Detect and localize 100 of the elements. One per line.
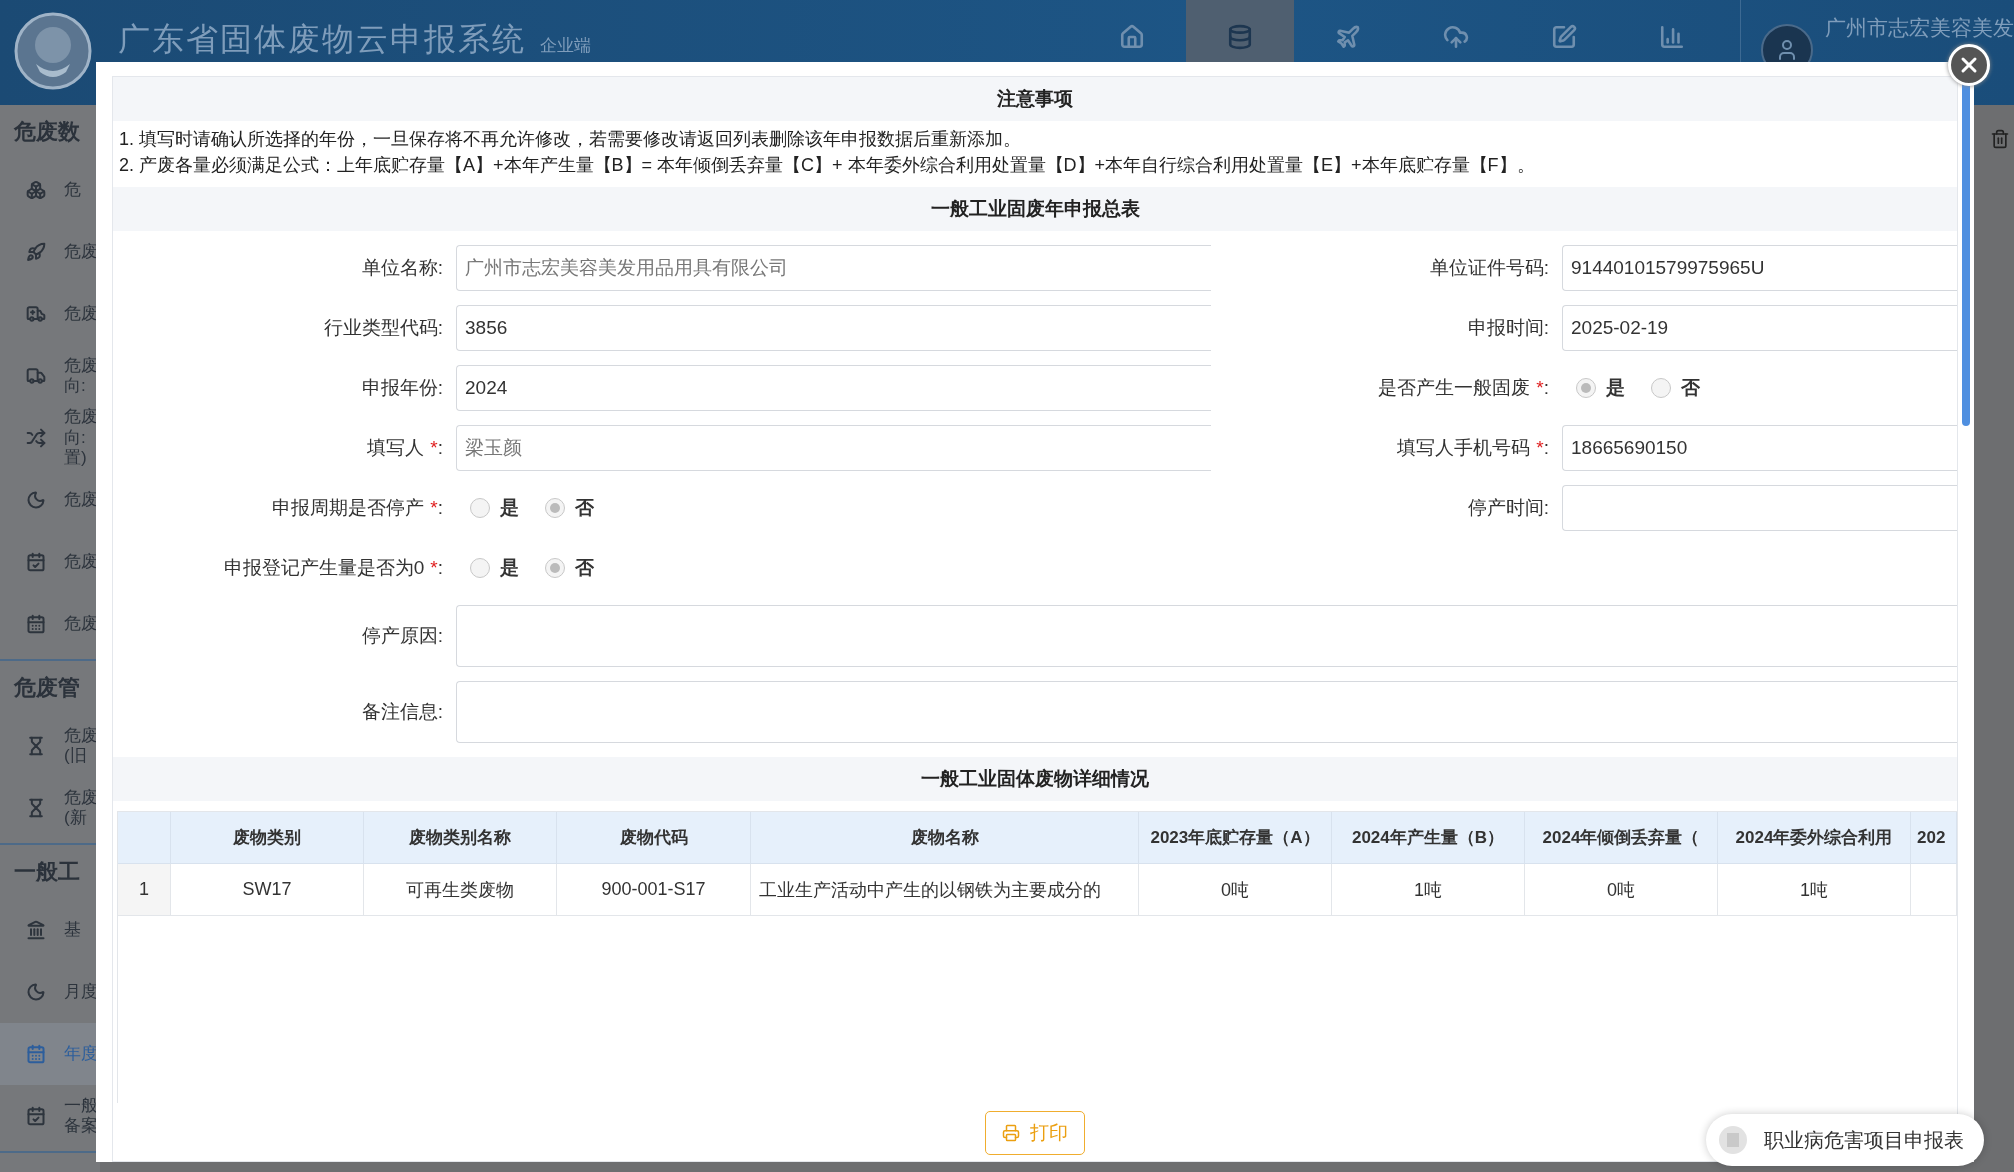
field-label: 填写人 *:	[366, 436, 443, 460]
sidebar-item[interactable]: 月度	[0, 961, 100, 1023]
field-label: 停产时间:	[1466, 496, 1549, 520]
field-label: 是否产生一般固废 *:	[1377, 376, 1549, 400]
section-title: 一般工业固废年申报总表	[113, 187, 1957, 231]
column-header: 废物代码	[557, 812, 751, 864]
logo-icon	[14, 12, 92, 90]
calendar-check-icon	[26, 552, 46, 572]
column-header: 废物类别	[171, 812, 364, 864]
ambulance-icon	[26, 304, 46, 324]
notice-title: 注意事项	[113, 77, 1957, 121]
notice-text: 1. 填写时请确认所选择的年份，一旦保存将不再允许修改，若需要修改请返回列表删除该年申报数据后重新添加。	[119, 128, 1022, 151]
field-label: 单位名称:	[360, 256, 443, 280]
rocket-icon	[26, 242, 46, 262]
table-cell: 工业生产活动中产生的以钢铁为主要成分的	[751, 864, 1139, 916]
database-icon	[1227, 24, 1253, 50]
field-label: 停产原因:	[360, 624, 443, 648]
field-label: 行业类型代码:	[322, 316, 443, 340]
sidebar-item[interactable]: 危废	[0, 221, 100, 283]
section-title: 一般工业固体废物详细情况	[113, 757, 1957, 801]
text-area[interactable]	[456, 605, 1957, 667]
field-label: 申报时间:	[1466, 316, 1549, 340]
sidebar-section-title: 一般工	[13, 858, 81, 886]
hourglass-icon	[26, 736, 46, 756]
input-field[interactable]: 2025-02-19	[1562, 305, 1957, 351]
sidebar-item[interactable]: 危废	[0, 283, 100, 345]
table-cell: 可再生类废物	[364, 864, 557, 916]
field-label: 申报周期是否停产 *:	[271, 496, 443, 520]
delete-icon[interactable]	[1990, 129, 2010, 149]
radio-icon[interactable]	[470, 558, 490, 578]
app-title: 广东省固体废物云申报系统	[118, 20, 526, 58]
shuffle-icon	[26, 428, 46, 448]
sidebar-section-title: 危废管	[13, 674, 81, 702]
field-label: 申报年份:	[360, 376, 443, 400]
input-field[interactable]: 91440101579975965U	[1562, 245, 1957, 291]
sidebar-item[interactable]: 危废 向: 置)	[0, 407, 100, 469]
field-label: 备注信息:	[360, 700, 443, 724]
input-field[interactable]	[1562, 485, 1957, 531]
column-header: 2024年委外综合利用	[1718, 812, 1911, 864]
app-subtitle: 企业端	[540, 36, 591, 56]
sidebar-item[interactable]: 基	[0, 899, 100, 961]
input-field[interactable]: 3856	[456, 305, 1211, 351]
sidebar-item[interactable]: 危	[0, 159, 100, 221]
radio-option[interactable]: 否	[545, 495, 594, 521]
column-header: 废物名称	[751, 812, 1139, 864]
cloud-upload-icon	[1443, 24, 1469, 50]
plane-icon	[1335, 24, 1361, 50]
moon-icon	[26, 490, 46, 510]
sidebar-item[interactable]: 一般 备案	[0, 1085, 100, 1147]
field-label: 申报登记产生量是否为0 *:	[222, 556, 443, 580]
table-cell: 1吨	[1332, 864, 1525, 916]
table-cell: 1吨	[1718, 864, 1911, 916]
column-header: 2024年倾倒丢弃量（	[1525, 812, 1718, 864]
input-field[interactable]: 2024	[456, 365, 1211, 411]
column-header: 2024年产生量（B）	[1332, 812, 1525, 864]
table-cell: 1	[118, 864, 171, 916]
report-icon	[1718, 1125, 1748, 1155]
calendar-icon	[26, 1044, 46, 1064]
table-cell: 0吨	[1139, 864, 1332, 916]
radio-icon[interactable]	[545, 498, 565, 518]
radio-icon[interactable]	[1651, 378, 1671, 398]
field-label: 填写人手机号码 *:	[1396, 436, 1549, 460]
float-button[interactable]: 职业病危害项目申报表	[1706, 1114, 1984, 1166]
table-cell: 0吨	[1525, 864, 1718, 916]
print-button[interactable]: 打印	[985, 1111, 1085, 1155]
edit-icon	[1551, 24, 1577, 50]
radio-icon[interactable]	[470, 498, 490, 518]
notice-text: 2. 产废各量必须满足公式：上年底贮存量【A】+本年产生量【B】= 本年倾倒丢弃量【C】+ 本年委外综合利用处置量【D】+本年自行综合利用处置量【E】+本年底贮存量【F】。	[119, 154, 1536, 177]
sidebar-item[interactable]: 危废 向:	[0, 345, 100, 407]
truck-icon	[26, 366, 46, 386]
radio-icon[interactable]	[545, 558, 565, 578]
table-cell: SW17	[171, 864, 364, 916]
calendar-check-icon	[26, 1106, 46, 1126]
printer-icon	[1002, 1124, 1020, 1142]
input-field[interactable]: 18665690150	[1562, 425, 1957, 471]
field-label: 单位证件号码:	[1428, 256, 1549, 280]
radio-icon[interactable]	[1576, 378, 1596, 398]
bank-icon	[26, 920, 46, 940]
table-cell: 900-001-S17	[557, 864, 751, 916]
text-area[interactable]	[456, 681, 1957, 743]
sidebar-item[interactable]: 危废 (旧	[0, 715, 100, 777]
column-header: 废物类别名称	[364, 812, 557, 864]
radio-option[interactable]: 是	[470, 555, 519, 581]
column-header: 2023年底贮存量（A）	[1139, 812, 1332, 864]
radio-option[interactable]: 是	[1576, 375, 1625, 401]
bar-chart-icon	[1659, 24, 1685, 50]
radio-option[interactable]: 是	[470, 495, 519, 521]
sidebar-item[interactable]: 危废	[0, 469, 100, 531]
radio-option[interactable]: 否	[1651, 375, 1700, 401]
sidebar-item[interactable]: 危废	[0, 593, 100, 655]
user-name: 广州市志宏美容美发	[1825, 15, 2014, 41]
sidebar-item[interactable]: 危废 (新	[0, 777, 100, 839]
radio-option[interactable]: 否	[545, 555, 594, 581]
home-icon	[1119, 24, 1145, 50]
calendar-icon	[26, 614, 46, 634]
boxes-icon	[26, 180, 46, 200]
moon-icon	[26, 982, 46, 1002]
column-header: 202	[1911, 812, 1957, 864]
sidebar-item[interactable]: 危废	[0, 531, 100, 593]
hourglass-icon	[26, 798, 46, 818]
